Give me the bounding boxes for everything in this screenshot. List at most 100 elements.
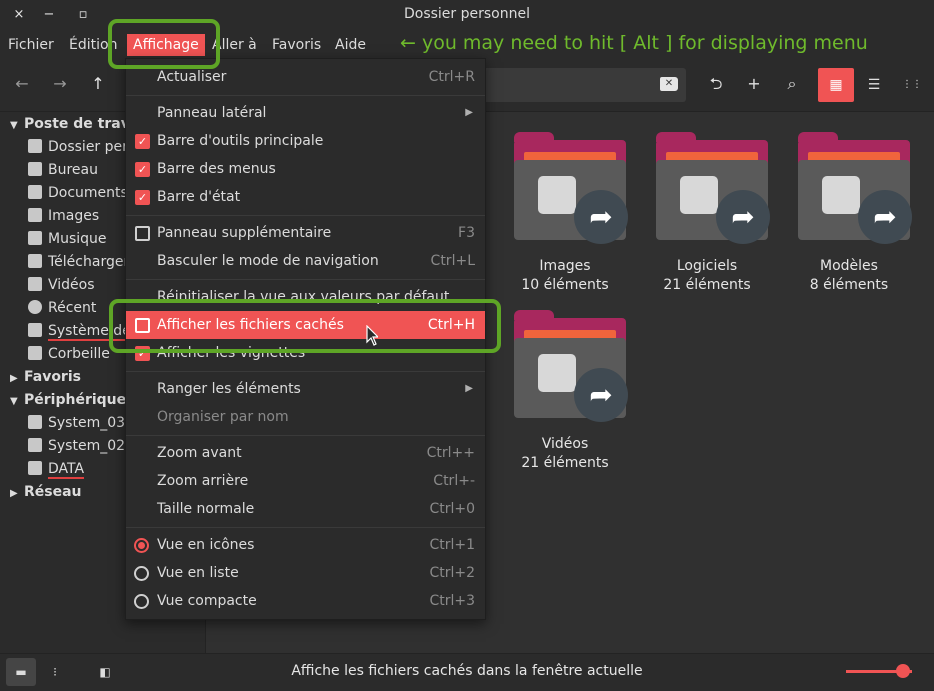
annotation-box-menu <box>108 19 220 69</box>
radio-selected[interactable] <box>134 538 149 553</box>
sidebar-item-videos[interactable]: Vidéos <box>28 277 95 293</box>
sidebar-item-label: Documents <box>48 185 128 201</box>
sidebar-item-system03[interactable]: System_03 <box>28 415 125 431</box>
menu-item-side-pane[interactable]: Panneau latéral ▶ <box>126 99 485 127</box>
checkbox-checked[interactable]: ✓ <box>135 190 150 205</box>
menu-separator <box>126 435 485 436</box>
menu-item-shortcut: Ctrl+- <box>433 473 475 489</box>
menu-item-compact-view[interactable]: Vue compacte Ctrl+3 <box>126 587 485 615</box>
sidebar-item-trash[interactable]: Corbeille <box>28 346 110 362</box>
menu-item-extra-pane[interactable]: Panneau supplémentaire F3 <box>126 219 485 247</box>
picture-icon <box>28 208 42 222</box>
menu-item-label: Ranger les éléments <box>157 381 301 397</box>
folder-item[interactable]: ➦ Images 10 éléments <box>500 132 630 293</box>
menu-favoris[interactable]: Favoris <box>272 34 321 56</box>
reload-icon[interactable]: ⮌ <box>702 70 730 98</box>
clear-icon[interactable]: ✕ <box>660 77 678 91</box>
sidebar-item-label: Images <box>48 208 100 224</box>
list-view-icon[interactable]: ☰ <box>856 68 892 102</box>
menu-item-statusbar[interactable]: ✓ Barre d'état <box>126 183 485 211</box>
menu-fichier[interactable]: Fichier <box>8 34 54 56</box>
folder-item[interactable]: ➦ Modèles 8 éléments <box>784 132 914 293</box>
menu-item-shortcut: Ctrl+3 <box>429 593 475 609</box>
sidebar-item-label: Bureau <box>48 162 98 178</box>
menu-item-shortcut: Ctrl++ <box>426 445 475 461</box>
menu-item-zoom-out[interactable]: Zoom arrière Ctrl+- <box>126 467 485 495</box>
symlink-arrow-icon: ➦ <box>716 190 770 244</box>
checkbox-checked[interactable]: ✓ <box>135 134 150 149</box>
menu-separator <box>126 527 485 528</box>
folder-name: Vidéos <box>541 436 589 452</box>
submenu-arrow-icon: ▶ <box>465 107 473 118</box>
sidebar-item-label: Corbeille <box>48 346 110 362</box>
folder-count: 8 éléments <box>809 277 889 293</box>
sidebar-item-label: Vidéos <box>48 277 95 293</box>
annotation-box-item <box>109 299 501 353</box>
folder-item[interactable]: ➦ Logiciels 21 éléments <box>642 132 772 293</box>
menu-item-menubar[interactable]: ✓ Barre des menus <box>126 155 485 183</box>
sidebar-item-documents[interactable]: Documents <box>28 185 128 201</box>
menu-item-shortcut: Ctrl+1 <box>429 537 475 553</box>
back-icon[interactable]: ← <box>8 70 36 98</box>
music-icon <box>28 231 42 245</box>
menu-item-toggle-location[interactable]: Basculer le mode de navigation Ctrl+L <box>126 247 485 275</box>
clock-icon <box>28 300 42 314</box>
status-text: Affiche les fichiers cachés dans la fenê… <box>291 663 643 679</box>
sidebar-item-recent[interactable]: Récent <box>28 300 96 316</box>
template-icon <box>822 176 860 214</box>
compact-view-icon[interactable]: ⋮⋮ <box>894 68 930 102</box>
menu-item-label: Zoom avant <box>157 445 242 461</box>
status-bar: ▬ ⁝ ◧ Affiche les fichiers cachés dans l… <box>0 653 934 691</box>
folder-item[interactable]: ➦ Vidéos 21 éléments <box>500 310 630 471</box>
video-icon <box>28 277 42 291</box>
menu-item-zoom-in[interactable]: Zoom avant Ctrl++ <box>126 439 485 467</box>
menu-item-main-toolbar[interactable]: ✓ Barre d'outils principale <box>126 127 485 155</box>
search-icon[interactable]: ⌕ <box>778 70 806 98</box>
menu-item-icon-view[interactable]: Vue en icônes Ctrl+1 <box>126 531 485 559</box>
menu-aide[interactable]: Aide <box>335 34 366 56</box>
up-icon[interactable]: ↑ <box>84 70 112 98</box>
menu-item-label: Barre d'outils principale <box>157 133 324 149</box>
sidebar-section-bookmarks[interactable]: ▶ Favoris <box>10 369 81 385</box>
menu-item-label: Panneau latéral <box>157 105 267 121</box>
grid-view-icon[interactable]: ▦ <box>818 68 854 102</box>
drive-icon <box>28 323 42 337</box>
sidebar-item-data[interactable]: DATA <box>28 461 85 479</box>
folder-name: Modèles <box>820 258 878 274</box>
forward-icon[interactable]: → <box>46 70 74 98</box>
menu-item-shortcut: Ctrl+R <box>428 69 475 85</box>
sidebar-section-network[interactable]: ▶ Réseau <box>10 484 82 500</box>
folder-name: Images <box>539 258 591 274</box>
menu-item-arrange-items[interactable]: Ranger les éléments ▶ <box>126 375 485 403</box>
drive-icon <box>28 438 42 452</box>
sidebar-item-pictures[interactable]: Images <box>28 208 99 224</box>
section-label: Périphériques <box>24 392 135 408</box>
new-folder-icon[interactable]: + <box>740 70 768 98</box>
radio-unselected[interactable] <box>134 566 149 581</box>
image-icon <box>538 176 576 214</box>
menu-item-normal-size[interactable]: Taille normale Ctrl+0 <box>126 495 485 523</box>
desktop-icon <box>28 162 42 176</box>
sidebar-section-devices[interactable]: ▼ Périphériques <box>10 392 134 408</box>
radio-unselected[interactable] <box>134 594 149 609</box>
symlink-arrow-icon: ➦ <box>574 190 628 244</box>
sidebar-item-system02[interactable]: System_02 <box>28 438 125 454</box>
menu-item-label: Organiser par nom <box>157 409 289 425</box>
checkbox-checked[interactable]: ✓ <box>135 162 150 177</box>
sidebar-item-music[interactable]: Musique <box>28 231 107 247</box>
sidebar-item-label: DATA <box>48 461 85 479</box>
zoom-slider-knob[interactable] <box>896 664 910 678</box>
menu-item-label: Basculer le mode de navigation <box>157 253 379 269</box>
menu-item-shortcut: Ctrl+L <box>430 253 475 269</box>
menu-item-label: Panneau supplémentaire <box>157 225 332 241</box>
location-entry[interactable]: ✕ <box>480 68 686 102</box>
sidebar-item-label: System_02 <box>48 438 126 454</box>
menu-item-label: Taille normale <box>157 501 255 517</box>
sidebar-item-desktop[interactable]: Bureau <box>28 162 98 178</box>
checkbox-unchecked[interactable] <box>135 226 150 241</box>
home-icon <box>28 139 42 153</box>
menu-separator <box>126 95 485 96</box>
submenu-arrow-icon: ▶ <box>465 383 473 394</box>
menu-item-shortcut: Ctrl+2 <box>429 565 475 581</box>
menu-item-list-view[interactable]: Vue en liste Ctrl+2 <box>126 559 485 587</box>
